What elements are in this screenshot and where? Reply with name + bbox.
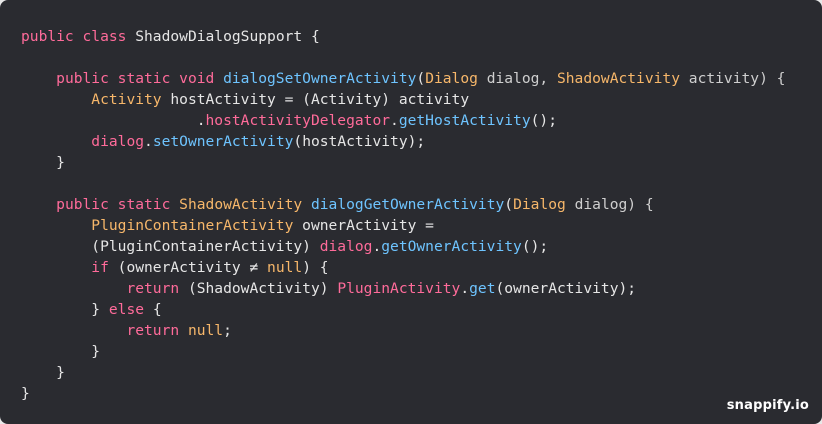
code-line: PluginContainerActivity ownerActivity = xyxy=(21,215,785,236)
code-token: return xyxy=(126,322,188,339)
brand-watermark: snappify.io xyxy=(726,398,809,413)
code-token: } xyxy=(21,343,101,360)
code-line: return null; xyxy=(21,320,785,341)
code-token: get xyxy=(469,280,496,297)
code-line: } xyxy=(21,341,785,362)
code-block: public class ShadowDialogSupport { publi… xyxy=(21,26,785,404)
code-token: } xyxy=(21,301,109,318)
code-token: Activity xyxy=(91,91,162,108)
code-token: (); xyxy=(530,112,557,129)
code-line: .hostActivityDelegator.getHostActivity()… xyxy=(21,110,785,131)
code-snippet-window: public class ShadowDialogSupport { publi… xyxy=(0,0,822,424)
code-token: PluginActivity xyxy=(337,280,461,297)
code-token: ( xyxy=(504,196,514,213)
code-token: else xyxy=(108,301,145,318)
code-token: Dialog xyxy=(513,196,566,213)
code-token: hostActivityDelegator xyxy=(205,112,391,129)
code-token: ; xyxy=(223,322,232,339)
code-token: ShadowActivity xyxy=(556,70,680,87)
code-token: . xyxy=(460,280,470,297)
code-token: getOwnerActivity xyxy=(381,238,522,255)
code-token: } xyxy=(21,364,65,381)
code-token: . xyxy=(21,112,206,129)
code-token: ownerActivity = xyxy=(293,217,434,234)
code-token: (hostActivity); xyxy=(293,133,426,150)
code-token: . xyxy=(144,133,153,150)
code-token: public static void xyxy=(56,70,224,87)
code-token: } xyxy=(21,385,30,402)
code-token: Dialog xyxy=(425,70,478,87)
code-token: PluginContainerActivity xyxy=(91,217,294,234)
code-token: . xyxy=(372,238,382,255)
code-line: } xyxy=(21,362,785,383)
code-token: { xyxy=(144,301,162,318)
code-line: (PluginContainerActivity) dialog.getOwne… xyxy=(21,236,785,257)
code-line: public static ShadowActivity dialogGetOw… xyxy=(21,194,785,215)
code-line: public class ShadowDialogSupport { xyxy=(21,26,785,47)
code-token: public class xyxy=(21,28,136,45)
code-token: null xyxy=(187,322,224,339)
code-token: getHostActivity xyxy=(398,112,531,129)
code-token: dialog, xyxy=(477,70,557,87)
code-token: if xyxy=(91,259,109,276)
code-token: dialog xyxy=(319,238,373,255)
code-line: } xyxy=(21,383,785,404)
code-line: Activity hostActivity = (Activity) activ… xyxy=(21,89,785,110)
code-token: activity) { xyxy=(680,70,786,87)
code-token: dialog xyxy=(91,133,145,150)
code-token: } xyxy=(21,154,65,171)
code-token: ShadowActivity xyxy=(179,196,303,213)
code-token: dialogSetOwnerActivity xyxy=(223,70,417,87)
code-token: ( xyxy=(416,70,426,87)
code-line: return (ShadowActivity) PluginActivity.g… xyxy=(21,278,785,299)
code-token: ) { xyxy=(302,259,329,276)
code-line: if (ownerActivity ≠ null) { xyxy=(21,257,785,278)
code-token: . xyxy=(390,112,399,129)
code-token: return xyxy=(126,280,180,297)
code-token: dialog) { xyxy=(565,196,654,213)
code-token: hostActivity = (Activity) activity xyxy=(161,91,470,108)
code-token: (ownerActivity); xyxy=(495,280,637,297)
code-token: setOwnerActivity xyxy=(152,133,294,150)
code-token: (PluginContainerActivity) xyxy=(21,238,320,255)
code-token: (); xyxy=(521,238,549,255)
code-line: } else { xyxy=(21,299,785,320)
code-token: ShadowDialogSupport { xyxy=(135,28,320,45)
code-line: dialog.setOwnerActivity(hostActivity); xyxy=(21,131,785,152)
code-line: } xyxy=(21,152,785,173)
code-token: (ownerActivity ≠ xyxy=(108,259,268,276)
code-token: null xyxy=(267,259,303,276)
code-token: public static xyxy=(56,196,180,213)
code-token: dialogGetOwnerActivity xyxy=(310,196,505,213)
code-token: (ShadowActivity) xyxy=(179,280,338,297)
code-line: public static void dialogSetOwnerActivit… xyxy=(21,68,785,89)
